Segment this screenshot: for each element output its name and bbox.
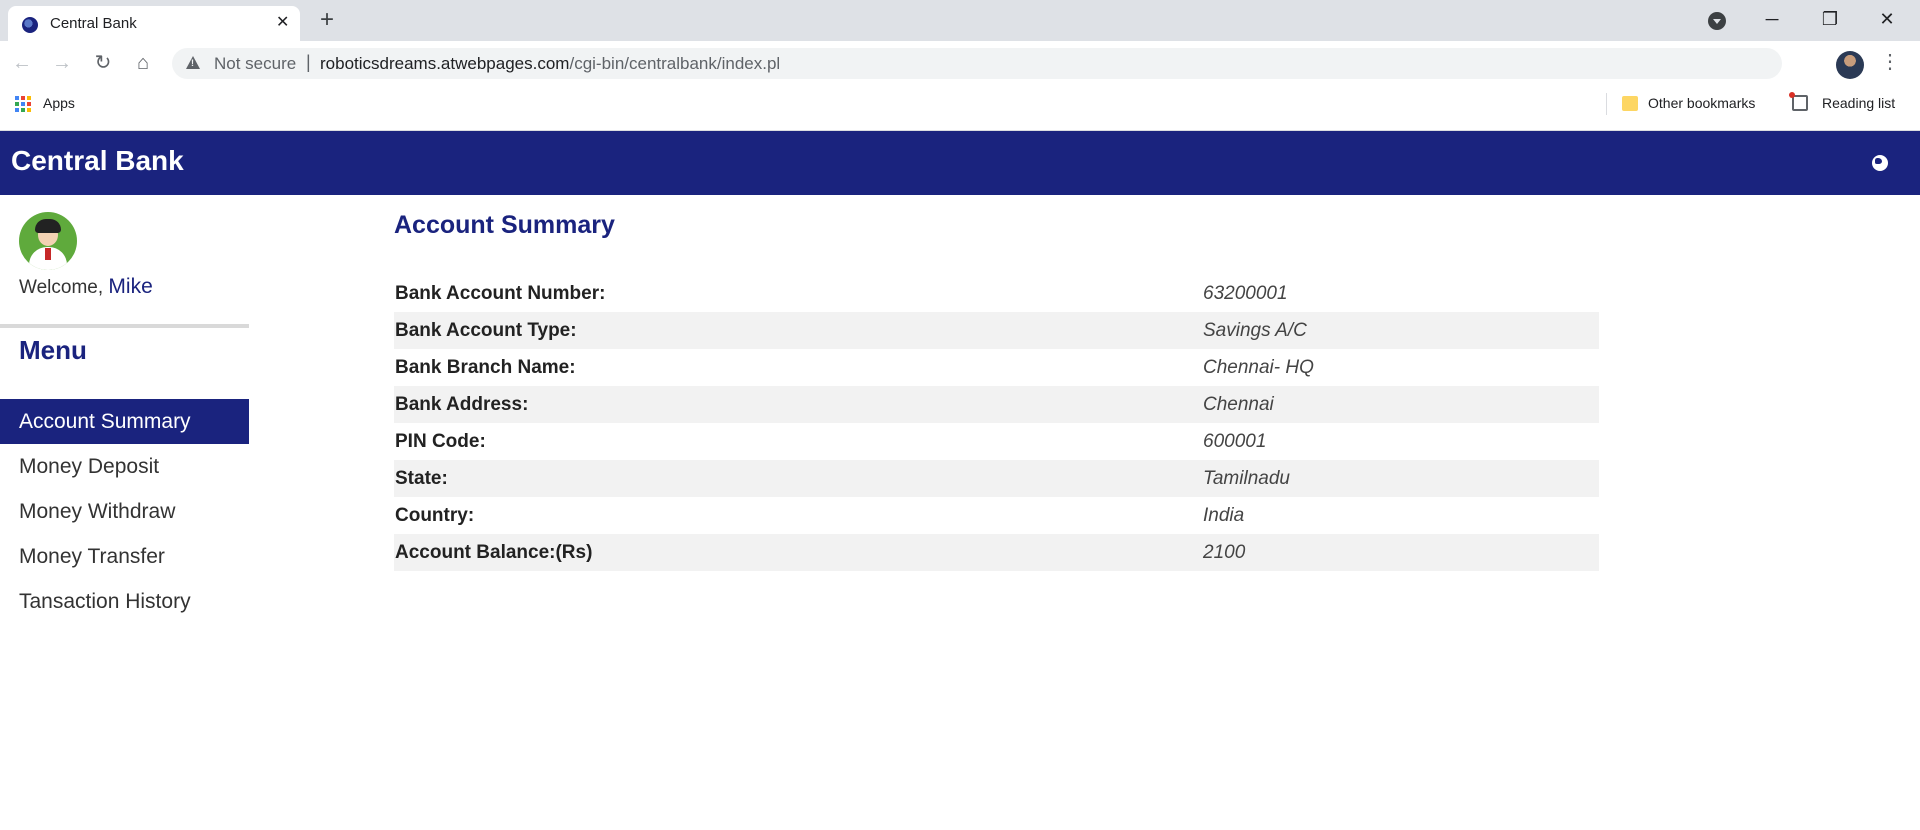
row-label: Bank Account Type: [394,312,1202,349]
table-row: Bank Account Type: Savings A/C [394,312,1599,349]
profile-avatar[interactable] [1836,51,1864,79]
table-row: Bank Address: Chennai [394,386,1599,423]
globe-icon[interactable] [1872,155,1888,171]
more-menu-icon[interactable]: ⋮ [1880,49,1900,75]
row-value: Tamilnadu [1202,460,1599,497]
row-label: Bank Branch Name: [395,356,576,378]
minimize-icon[interactable]: ─ [1752,4,1792,34]
menu-item-money-withdraw[interactable]: Money Withdraw [0,489,249,534]
url-path: /cgi-bin/centralbank/index.pl [569,54,781,73]
address-bar[interactable]: Not secure | roboticsdreams.atwebpages.c… [172,48,1782,79]
row-value: India [1203,504,1245,526]
reading-list[interactable]: Reading list [1822,95,1895,111]
browser-tabstrip: Central Bank ✕ + ─ ❐ ✕ [0,0,1920,41]
browser-toolbar: ← → ↻ ⌂ Not secure | roboticsdreams.atwe… [0,41,1920,85]
app-header: Central Bank [0,131,1920,195]
bookmarks-bar: Apps Other bookmarks Reading list [0,85,1920,131]
menu-list: Account Summary Money Deposit Money With… [0,399,249,624]
menu-item-account-summary[interactable]: Account Summary [0,399,249,444]
table-row: Bank Branch Name: Chennai- HQ [394,349,1599,386]
reload-icon[interactable]: ↻ [89,49,117,77]
apps-grid-icon[interactable] [15,96,31,112]
row-value: Savings A/C [1202,312,1599,349]
other-bookmarks[interactable]: Other bookmarks [1648,95,1755,111]
menu-heading: Menu [19,335,87,365]
row-label: PIN Code: [395,430,486,452]
menu-item-transaction-history[interactable]: Tansaction History [0,579,249,624]
row-value: 2100 [1202,534,1599,571]
sidebar-divider [0,324,249,328]
url-text[interactable]: roboticsdreams.atwebpages.com/cgi-bin/ce… [320,54,780,74]
forward-arrow-icon[interactable]: → [48,49,76,77]
welcome-message: Welcome, Mike [19,275,153,299]
table-row: Account Balance:(Rs) 2100 [394,534,1599,571]
row-label: State: [394,460,1202,497]
reading-list-icon[interactable] [1789,92,1808,111]
tab-title: Central Bank [50,15,137,32]
restore-icon[interactable]: ❐ [1810,4,1850,34]
row-value: 63200001 [1203,282,1288,304]
menu-item-money-deposit[interactable]: Money Deposit [0,444,249,489]
account-summary-table: Bank Account Number: 63200001 Bank Accou… [394,275,1599,571]
row-value: Chennai [1202,386,1599,423]
row-value: Chennai- HQ [1203,356,1314,378]
sidebar: Welcome, Mike Menu Account Summary Money… [0,195,249,830]
row-label: Bank Address: [394,386,1202,423]
browser-tab[interactable]: Central Bank ✕ [8,6,300,41]
tab-search-icon[interactable] [1708,12,1726,30]
back-arrow-icon[interactable]: ← [8,49,36,77]
page-title: Account Summary [394,211,615,239]
welcome-label: Welcome, [19,277,104,298]
security-label[interactable]: Not secure [214,54,296,74]
table-row: State: Tamilnadu [394,460,1599,497]
new-tab-icon[interactable]: + [320,7,334,33]
table-row: Country: India [394,497,1599,534]
url-host: roboticsdreams.atwebpages.com [320,54,570,73]
bookmarks-divider [1606,93,1607,115]
close-tab-icon[interactable]: ✕ [276,13,289,33]
home-icon[interactable]: ⌂ [129,49,157,77]
row-label: Account Balance:(Rs) [394,534,1202,571]
apps-bookmark[interactable]: Apps [43,95,75,111]
avatar [19,212,77,270]
row-label: Bank Account Number: [395,282,606,304]
username: Mike [108,275,153,298]
folder-icon[interactable] [1622,96,1638,111]
bank-favicon-icon [22,17,38,33]
table-row: Bank Account Number: 63200001 [394,275,1599,312]
table-row: PIN Code: 600001 [394,423,1599,460]
row-label: Country: [395,504,475,526]
brand-title[interactable]: Central Bank [11,145,184,177]
row-value: 600001 [1203,430,1267,452]
warning-icon [186,56,200,69]
url-separator: | [306,52,311,72]
menu-item-money-transfer[interactable]: Money Transfer [0,534,249,579]
window-close-icon[interactable]: ✕ [1867,4,1907,34]
